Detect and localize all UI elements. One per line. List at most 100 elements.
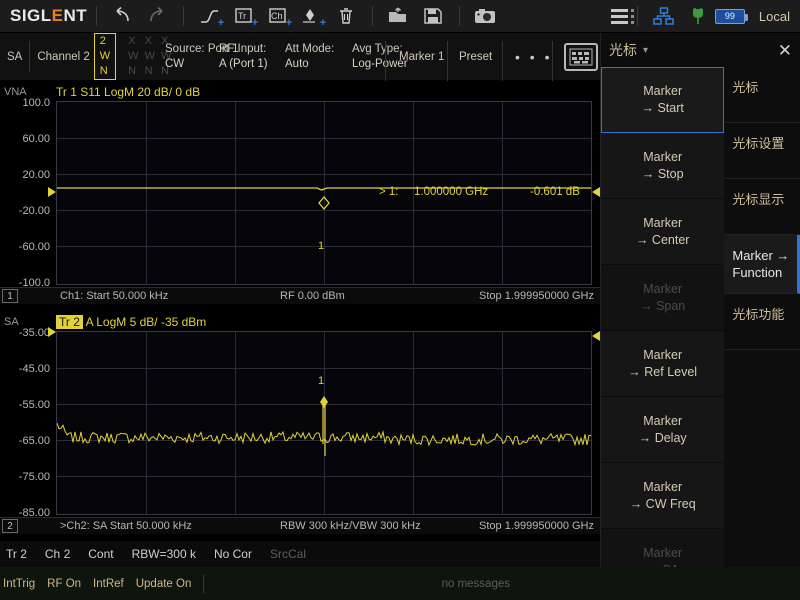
marker-to-cw-freq-button[interactable]: Marker→ CW Freq xyxy=(601,463,724,529)
sa-trace-curve xyxy=(57,332,591,514)
y-tick: 20.00 xyxy=(22,170,50,180)
local-mode-label[interactable]: Local xyxy=(759,9,790,24)
status-update[interactable]: Update On xyxy=(136,578,192,590)
plus-badge-icon: + xyxy=(320,18,326,29)
vna-trace-title[interactable]: Tr 1 S11 LogM 20 dB/ 0 dB xyxy=(56,85,200,99)
sa-ref-pointer-right xyxy=(592,331,600,341)
sa-trace-title[interactable]: Tr 2 A LogM 5 dB/ -35 dBm xyxy=(56,315,206,329)
status-correction[interactable]: No Cor xyxy=(214,547,252,561)
plus-badge-icon: + xyxy=(252,18,258,29)
status-rbw[interactable]: RBW=300 k xyxy=(132,547,196,561)
preset-button[interactable]: Preset xyxy=(452,33,499,81)
y-tick: -65.00 xyxy=(19,436,50,446)
marker-menu[interactable]: Marker 1 xyxy=(392,33,451,81)
status-message: no messages xyxy=(442,578,800,590)
status-rf-state[interactable]: RF On xyxy=(47,578,81,590)
xwn-faint-group-2[interactable]: XWN xyxy=(142,33,158,80)
vna-rf-power[interactable]: RF 0.00 dBm xyxy=(280,290,345,302)
vna-panel: VNA Tr 1 S11 LogM 20 dB/ 0 dB 100.0 60.0… xyxy=(0,81,600,311)
sa-window-number[interactable]: 2 xyxy=(2,519,18,533)
side-panel-header: 光标 ▾ ✕ xyxy=(601,33,800,67)
open-file-icon[interactable] xyxy=(382,2,416,30)
status-reference[interactable]: IntRef xyxy=(93,578,124,590)
delete-icon[interactable] xyxy=(329,2,363,30)
marker-to-center-button[interactable]: Marker→ Center xyxy=(601,199,724,265)
toolbar-divider xyxy=(96,6,97,26)
tab-marker-setup[interactable]: 光标设置 xyxy=(724,123,800,179)
marker-to-span-button: Marker→ Span xyxy=(601,265,724,331)
chevron-down-icon[interactable]: ▾ xyxy=(643,45,648,56)
add-trace-icon[interactable]: Tr + xyxy=(227,2,261,30)
marker-to-ref-level-button[interactable]: Marker→ Ref Level xyxy=(601,331,724,397)
status-trigger[interactable]: IntTrig xyxy=(3,578,35,590)
sa-y-axis: -35.00 -45.00 -55.00 -65.00 -75.00 -85.0… xyxy=(0,311,52,521)
y-tick: 100.0 xyxy=(22,98,50,108)
sa-status-line: 2 >Ch2: SA Start 50.000 kHz RBW 300 kHz/… xyxy=(0,517,600,534)
toolbar-divider xyxy=(372,6,373,26)
sa-trace-format: A LogM 5 dB/ -35 dBm xyxy=(86,315,207,329)
status-trace[interactable]: Tr 2 xyxy=(6,547,27,561)
siglent-logo: SIGLENT xyxy=(10,6,87,26)
svg-text:Ch: Ch xyxy=(271,11,283,21)
y-tick: -75.00 xyxy=(19,472,50,482)
status-channel[interactable]: Ch 2 xyxy=(45,547,70,561)
xwn-selected: 2WN xyxy=(94,33,116,80)
status-divider xyxy=(203,575,204,593)
add-trace-curve-icon[interactable]: + xyxy=(193,2,227,30)
marker-function-list: Marker→ Start Marker→ Stop Marker→ Cente… xyxy=(601,67,724,600)
save-file-icon[interactable] xyxy=(416,2,450,30)
tab-marker-display[interactable]: 光标显示 xyxy=(724,179,800,235)
marker-to-start-button[interactable]: Marker→ Start xyxy=(601,67,724,133)
screenshot-icon[interactable] xyxy=(469,2,503,30)
sa-bandwidth[interactable]: RBW 300 kHz/VBW 300 kHz xyxy=(280,520,421,532)
mode-button-sa[interactable]: SA xyxy=(0,33,29,80)
plus-badge-icon: + xyxy=(286,18,292,29)
y-tick: -60.00 xyxy=(19,242,50,252)
sa-stop-freq[interactable]: Stop 1.999950000 GHz xyxy=(479,520,594,532)
tab-marker[interactable]: 光标 xyxy=(724,67,800,123)
tab-marker-features[interactable]: 光标功能 xyxy=(724,294,800,350)
xwn-faint-group-1[interactable]: XWN xyxy=(125,33,141,80)
sa-start-freq[interactable]: >Ch2: SA Start 50.000 kHz xyxy=(60,520,192,532)
sa-grid[interactable] xyxy=(56,331,592,515)
tab-marker-function[interactable]: Marker → Function xyxy=(724,235,800,294)
y-tick: -45.00 xyxy=(19,364,50,374)
status-srccal: SrcCal xyxy=(270,547,306,561)
add-channel-icon[interactable]: Ch + xyxy=(261,2,295,30)
main-toolbar: SIGLENT + Tr + Ch + + xyxy=(0,0,800,33)
vna-trace-curve xyxy=(57,102,591,284)
vna-window-number[interactable]: 1 xyxy=(2,289,18,303)
xwn-selected-group[interactable]: 2WN xyxy=(91,33,119,80)
undo-icon[interactable] xyxy=(106,2,140,30)
battery-level: 99 xyxy=(725,11,735,21)
vna-start-freq[interactable]: Ch1: Start 50.000 kHz xyxy=(60,290,168,302)
add-marker-icon[interactable]: + xyxy=(295,2,329,30)
vna-grid[interactable] xyxy=(56,101,592,285)
redo-icon[interactable] xyxy=(140,2,174,30)
battery-indicator: 99 xyxy=(715,9,745,24)
system-status-bar: IntTrig RF On IntRef Update On no messag… xyxy=(0,567,800,600)
marker-to-stop-button[interactable]: Marker→ Stop xyxy=(601,133,724,199)
power-plug-icon[interactable] xyxy=(681,2,715,30)
sa-trace-tag: Tr 2 xyxy=(56,315,83,329)
rf-input-menu[interactable]: RF Input: A (Port 1) xyxy=(212,33,275,81)
channel-selector[interactable]: Channel 2 xyxy=(30,33,96,80)
toolbar-divider xyxy=(459,6,460,26)
toolbar-right-group: 99 Local xyxy=(611,2,800,30)
menu-icon[interactable] xyxy=(611,9,628,24)
vna-stop-freq[interactable]: Stop 1.999950000 GHz xyxy=(479,290,594,302)
measurement-menubar: SA Channel 2 2WN XWN XWN XWN Source: Por… xyxy=(0,33,600,81)
status-sweep-mode[interactable]: Cont xyxy=(88,547,113,561)
network-icon[interactable] xyxy=(647,2,681,30)
marker-to-delay-button[interactable]: Marker→ Delay xyxy=(601,397,724,463)
att-mode-menu[interactable]: Att Mode: Auto xyxy=(278,33,341,81)
vna-marker-id: > 1: xyxy=(379,186,399,198)
sa-marker-number: 1 xyxy=(318,375,324,387)
svg-text:Tr: Tr xyxy=(238,11,246,21)
side-panel-tabs: 光标 光标设置 光标显示 Marker → Function 光标功能 xyxy=(724,67,800,600)
keypad-icon[interactable] xyxy=(564,43,598,71)
plus-badge-icon: + xyxy=(218,18,224,29)
sa-panel: SA Tr 2 A LogM 5 dB/ -35 dBm -35.00 -45.… xyxy=(0,311,600,541)
close-icon[interactable]: ✕ xyxy=(778,42,792,59)
toolbar-divider xyxy=(183,6,184,26)
